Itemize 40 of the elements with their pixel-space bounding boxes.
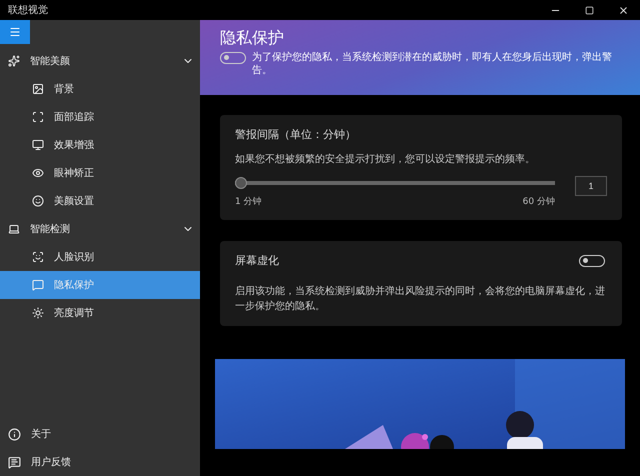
group-icon	[8, 223, 20, 235]
max-label: 60 分钟	[522, 196, 555, 208]
item-icon	[32, 139, 44, 151]
toggle-switch[interactable]	[579, 255, 605, 267]
nav-item[interactable]: 面部追踪	[0, 103, 200, 131]
nav-item[interactable]: 眼神矫正	[0, 159, 200, 187]
card-title: 屏幕虚化	[235, 253, 279, 268]
item-icon	[32, 251, 44, 263]
page-description: 为了保护您的隐私，当系统检测到潜在的威胁时，即有人在您身后出现时，弹出警告。	[252, 51, 613, 77]
nav-item[interactable]: 用户反馈	[0, 448, 200, 476]
close-icon	[618, 4, 628, 16]
page-title: 隐私保护	[220, 28, 285, 49]
toggle-switch[interactable]	[220, 52, 246, 64]
menu-icon	[9, 26, 21, 38]
nav-group[interactable]: 智能美颜	[0, 47, 200, 75]
item-icon	[32, 167, 44, 179]
nav-item[interactable]: 亮度调节	[0, 299, 200, 327]
item-icon	[32, 111, 44, 123]
menu-button[interactable]	[0, 20, 30, 44]
item-icon	[32, 279, 44, 291]
group-icon	[8, 55, 20, 67]
slider-thumb[interactable]	[235, 177, 247, 189]
item-icon	[32, 83, 44, 95]
nav-group[interactable]: 智能检测	[0, 215, 200, 243]
item-icon	[32, 307, 44, 319]
nav-item[interactable]: 人脸识别	[0, 243, 200, 271]
nav-item[interactable]: 关于	[0, 420, 200, 448]
card-title: 警报间隔（单位：分钟）	[235, 127, 357, 142]
feedback-icon	[8, 456, 21, 468]
nav-item[interactable]: 美颜设置	[0, 187, 200, 215]
item-icon	[32, 195, 44, 207]
window-title: 联想视觉	[8, 4, 48, 17]
info-icon	[8, 428, 21, 440]
card-description: 启用该功能，当系统检测到威胁并弹出风险提示的同时，会将您的电脑屏幕虚化，进一步保护您的隐私。	[235, 284, 606, 314]
nav-item[interactable]: 效果增强	[0, 131, 200, 159]
nav-item[interactable]: 背景	[0, 75, 200, 103]
card-description: 如果您不想被频繁的安全提示打扰到，您可以设定警报提示的频率。	[235, 152, 536, 167]
min-label: 1 分钟	[235, 196, 262, 208]
value-field[interactable]: 1	[575, 176, 607, 196]
maximize-icon	[584, 6, 594, 14]
